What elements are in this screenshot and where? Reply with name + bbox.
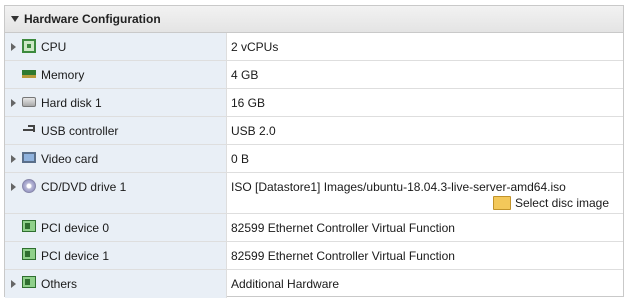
select-disc-image-link[interactable]: Select disc image [492,196,609,210]
row-label-cell[interactable]: PCI device 1 [5,242,227,269]
row-value-cell: 2 vCPUs [227,33,623,60]
row-value-cell: 0 B [227,145,623,172]
row-value: 16 GB [231,96,266,110]
row-label: Memory [41,68,85,82]
hardware-configuration-panel: Hardware Configuration CPU 2 vCPUs Memor… [4,5,624,298]
row-label: USB controller [41,124,119,138]
row-value: 82599 Ethernet Controller Virtual Functi… [231,221,455,235]
row-value: 4 GB [231,68,259,82]
row-label-cell[interactable]: Memory [5,61,227,88]
expand-caret-icon[interactable] [11,155,16,163]
hardware-row-memory: Memory 4 GB [5,61,623,89]
memory-icon [22,70,36,78]
row-label-cell[interactable]: USB controller [5,117,227,144]
cd-dvd-icon [22,179,36,193]
row-value: Additional Hardware [231,277,340,291]
hardware-row-video-card: Video card 0 B [5,145,623,173]
pci-device-icon [22,248,36,260]
hardware-row-others: Others Additional Hardware [5,270,623,298]
pci-device-icon [22,220,36,232]
row-value-cell: 4 GB [227,61,623,88]
hardware-row-usb-controller: USB controller USB 2.0 [5,117,623,145]
folder-icon [492,196,511,210]
row-label-cell[interactable]: Others [5,270,227,298]
row-value-cell: ISO [Datastore1] Images/ubuntu-18.04.3-l… [227,173,623,213]
row-value: USB 2.0 [231,124,276,138]
row-value-cell: 82599 Ethernet Controller Virtual Functi… [227,214,623,241]
others-icon [22,276,36,288]
expand-caret-icon[interactable] [11,280,16,288]
expand-caret-icon[interactable] [11,183,16,191]
cpu-icon [22,39,36,53]
row-value-cell: 16 GB [227,89,623,116]
select-disc-image-label: Select disc image [514,196,609,210]
collapse-triangle-icon[interactable] [11,16,19,22]
row-value-cell: Additional Hardware [227,270,623,298]
panel-title: Hardware Configuration [24,12,161,26]
hardware-row-pci-device-0: PCI device 0 82599 Ethernet Controller V… [5,214,623,242]
row-label: Hard disk 1 [41,96,102,110]
row-label: CD/DVD drive 1 [41,180,127,194]
hard-disk-icon [22,97,36,107]
row-label-cell[interactable]: CPU [5,33,227,60]
row-label-cell[interactable]: CD/DVD drive 1 [5,173,227,213]
row-label-cell[interactable]: PCI device 0 [5,214,227,241]
row-value-cell: 82599 Ethernet Controller Virtual Functi… [227,242,623,269]
hardware-row-cpu: CPU 2 vCPUs [5,33,623,61]
row-value-cell: USB 2.0 [227,117,623,144]
hardware-row-hard-disk-1: Hard disk 1 16 GB [5,89,623,117]
row-label: CPU [41,40,67,54]
row-value: 82599 Ethernet Controller Virtual Functi… [231,249,455,263]
video-card-icon [22,152,36,163]
row-label: Video card [41,152,99,166]
row-label: PCI device 0 [41,221,110,235]
row-label-cell[interactable]: Video card [5,145,227,172]
expand-caret-icon[interactable] [11,43,16,51]
panel-header[interactable]: Hardware Configuration [5,6,623,33]
expand-caret-icon[interactable] [11,99,16,107]
row-label: Others [41,277,78,291]
row-label-cell[interactable]: Hard disk 1 [5,89,227,116]
row-value: 2 vCPUs [231,40,279,54]
hardware-row-cd-dvd-drive-1: CD/DVD drive 1 ISO [Datastore1] Images/u… [5,173,623,214]
row-label: PCI device 1 [41,249,110,263]
row-value: ISO [Datastore1] Images/ubuntu-18.04.3-l… [231,180,566,194]
row-value: 0 B [231,152,250,166]
usb-icon [22,123,36,137]
hardware-row-pci-device-1: PCI device 1 82599 Ethernet Controller V… [5,242,623,270]
